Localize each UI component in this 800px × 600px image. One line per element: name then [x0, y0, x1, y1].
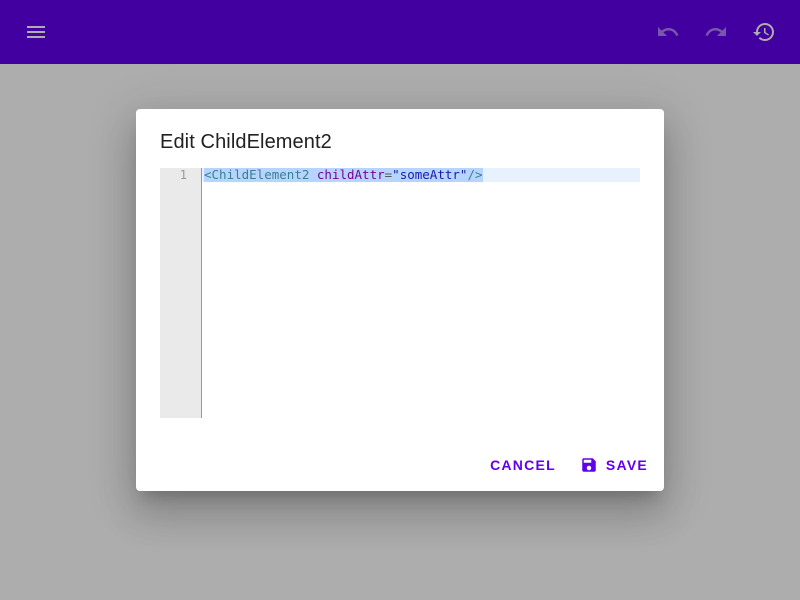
code-line[interactable]: <ChildElement2 childAttr="someAttr"/> [204, 168, 483, 182]
save-button[interactable]: Save [572, 447, 656, 483]
dialog-title: Edit ChildElement2 [160, 131, 332, 153]
code-token-close-bracket: /> [467, 167, 483, 182]
code-token-open-bracket: < [204, 167, 212, 182]
save-icon [580, 456, 598, 474]
save-button-label: Save [605, 457, 648, 473]
cancel-button[interactable]: Cancel [482, 447, 564, 483]
code-editor[interactable]: 1 <ChildElement2 childAttr="someAttr"/> [160, 168, 640, 418]
editor-code-area[interactable]: <ChildElement2 childAttr="someAttr"/> [202, 168, 640, 418]
code-token-attribute-value: "someAttr" [392, 167, 468, 182]
cancel-button-label: Cancel [490, 457, 556, 473]
code-token-tag: ChildElement2 [211, 167, 310, 182]
dialog-actions: Cancel Save [482, 447, 656, 483]
edit-dialog: Edit ChildElement2 1 <ChildElement2 chil… [136, 109, 664, 491]
code-token-attribute-name: childAttr [316, 167, 385, 182]
editor-gutter: 1 [160, 168, 202, 418]
line-number: 1 [179, 168, 187, 182]
